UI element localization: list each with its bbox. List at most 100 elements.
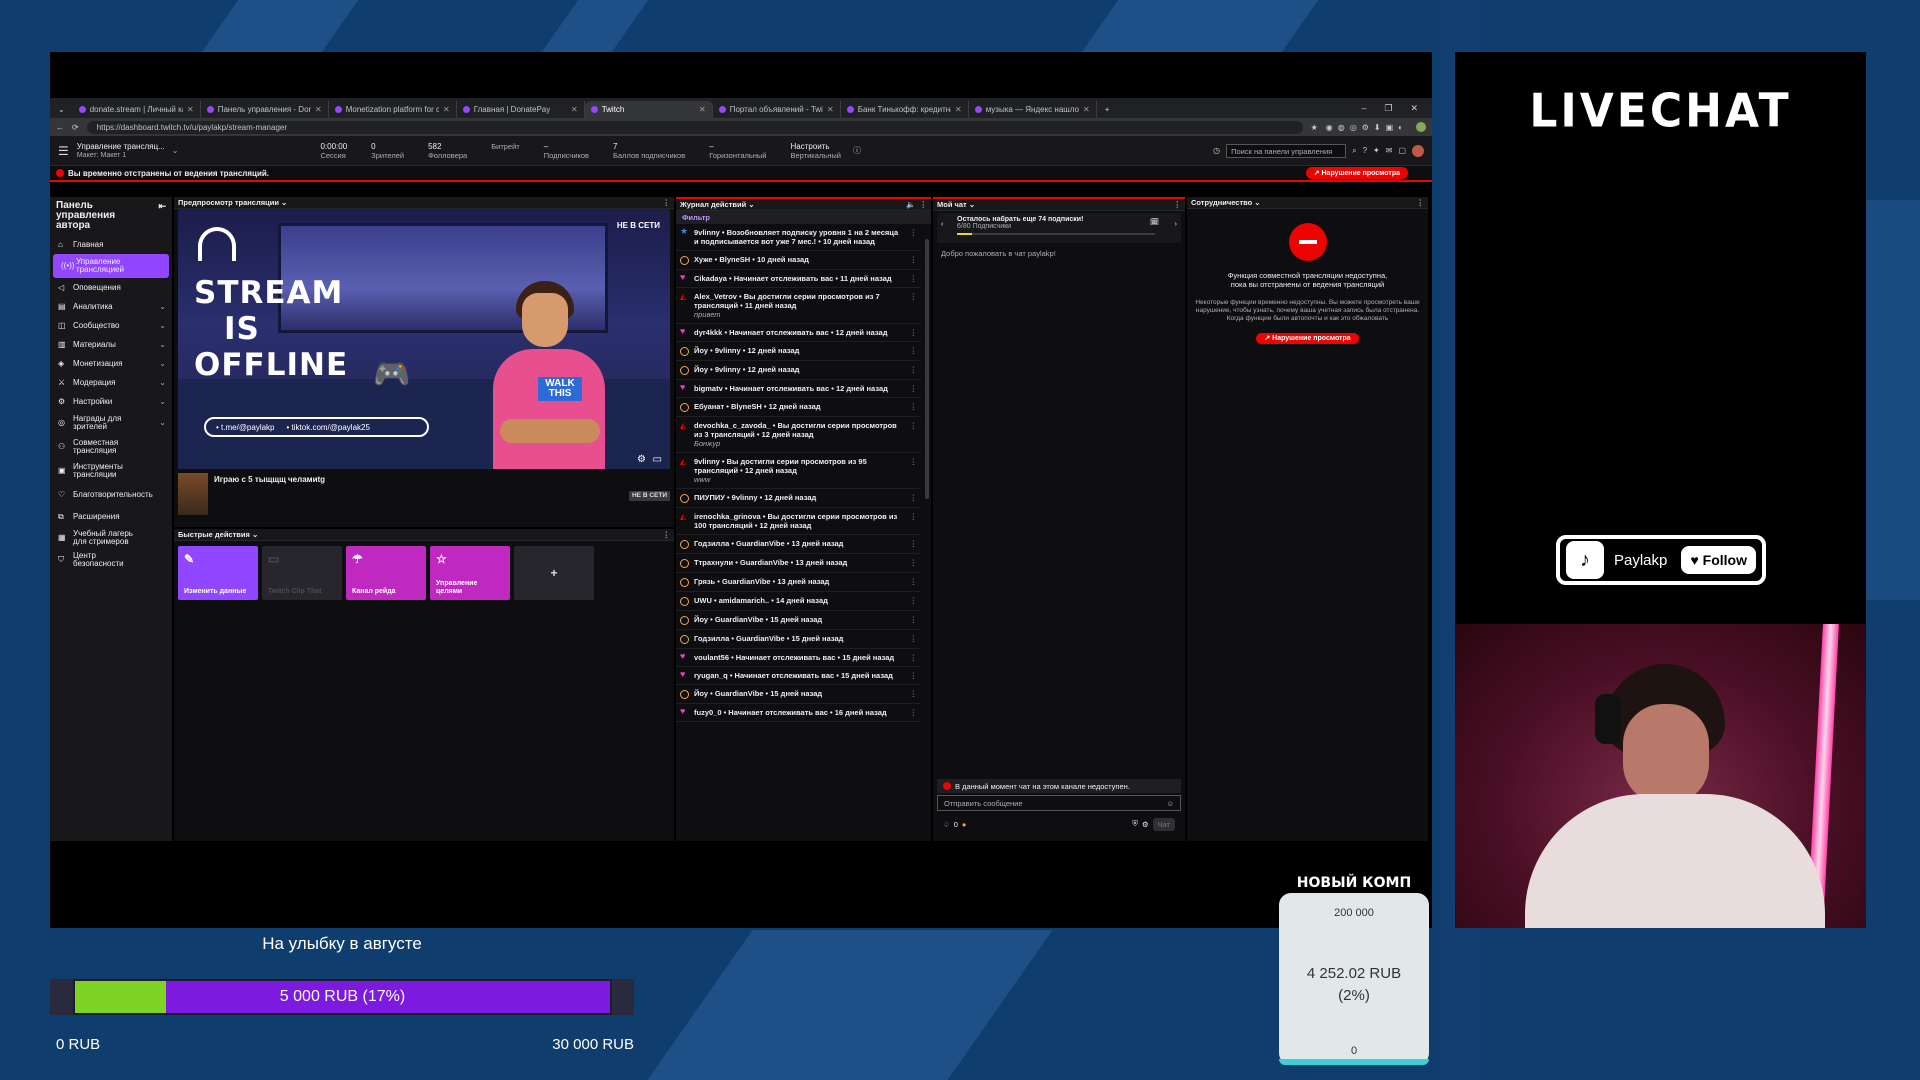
stream-title[interactable]: Играю с 5 тыщщщ челамиtg	[214, 473, 325, 517]
close-window-icon[interactable]: ✕	[1410, 103, 1418, 114]
more-icon[interactable]: ⋮	[910, 596, 918, 605]
new-tab-button[interactable]: +	[1097, 105, 1118, 118]
browser-tab[interactable]: Twitch ✕	[584, 101, 713, 118]
activity-item[interactable]: ♥ fuzy0_0 • Начинает отслеживать вас • 16…	[676, 704, 921, 722]
sidebar-item[interactable]: ♡ Благотворительность	[50, 483, 172, 507]
quick-action-tile[interactable]: ☂ Канал рейда	[346, 546, 426, 600]
more-icon[interactable]: ⋮	[910, 328, 918, 337]
sidebar-item[interactable]: ⧉ Расширения	[50, 507, 172, 526]
search-help-icon[interactable]: ◷	[1213, 146, 1220, 155]
more-icon[interactable]: ⋮	[910, 493, 918, 502]
dashboard-search-input[interactable]: Поиск на панели управления	[1226, 143, 1347, 158]
sidebar-item[interactable]: ⛉ Центр безопасности	[50, 550, 172, 569]
chat-send-button[interactable]: Чат	[1152, 817, 1175, 831]
sidebar-item[interactable]: ▦ Учебный лагерь для стримеров	[50, 526, 172, 550]
browser-tab[interactable]: donate.stream | Личный кабинет ✕	[73, 101, 201, 118]
menu-icon[interactable]: ☰	[50, 144, 77, 158]
activity-item[interactable]: Грязь • GuardianVibe • 13 дней назад ⋮	[676, 573, 921, 592]
magic-icon[interactable]: ✦	[1373, 146, 1380, 155]
sound-icon[interactable]: 🔈	[906, 200, 915, 209]
more-icon[interactable]: ⋮	[910, 346, 918, 355]
channel-points-icon[interactable]: ♤	[943, 820, 950, 829]
mod-icon[interactable]: ⛨	[1132, 819, 1138, 829]
browser-tab[interactable]: музыка — Яндекс нашлось 4 млн ✕	[969, 101, 1097, 118]
reload-icon[interactable]: ⟳	[72, 123, 79, 132]
sidebar-item[interactable]: ⚙ Настройки ⌄	[50, 392, 172, 411]
activity-item[interactable]: Годзилла • GuardianVibe • 15 дней назад ⋮	[676, 630, 921, 649]
view-violation-button[interactable]: ↗ Нарушение просмотра	[1305, 167, 1408, 179]
extension-icons[interactable]: ◉◍◎⚙⬇▣◐	[1326, 123, 1408, 132]
url-field[interactable]: https://dashboard.twitch.tv/u/paylakp/st…	[86, 120, 1303, 134]
follow-button[interactable]: ♥ Follow	[1681, 546, 1756, 574]
search-icon[interactable]: ⌕	[1352, 146, 1356, 156]
more-icon[interactable]: ⋮	[910, 292, 918, 301]
activity-item[interactable]: ★ 9vlinny • Возобновляет подписку уровня …	[676, 224, 921, 251]
browser-tab[interactable]: Панель управления - DonationAlerts ✕	[201, 101, 329, 118]
more-icon[interactable]: ⋮	[910, 653, 918, 662]
more-icon[interactable]: ⋮	[663, 198, 671, 207]
chevron-left-icon[interactable]: ‹	[941, 221, 943, 228]
chat-settings-icon[interactable]: ⚙	[1142, 820, 1149, 829]
gift-icon[interactable]: 🗓	[1150, 218, 1159, 226]
activity-item[interactable]: ◭ Alex_Vetrov • Вы достигли серии просмот…	[676, 288, 921, 324]
activity-item[interactable]: Йоу • GuardianVibe • 15 дней назад ⋮	[676, 611, 921, 630]
tab-close-icon[interactable]: ✕	[1083, 105, 1090, 118]
activity-item[interactable]: ◭ 9vlinny • Вы достигли серии просмотров …	[676, 453, 921, 489]
sidebar-item[interactable]: ◁ Оповещения	[50, 278, 172, 297]
more-icon[interactable]: ⋮	[910, 384, 918, 393]
tab-close-icon[interactable]: ✕	[699, 105, 706, 118]
quick-action-tile[interactable]: ▭ Twitch Clip That	[262, 546, 342, 600]
activity-item[interactable]: ♥ voulant56 • Начинает отслеживать вас • …	[676, 649, 921, 667]
more-icon[interactable]: ⋮	[910, 708, 918, 717]
help-icon[interactable]: ?	[1363, 146, 1367, 155]
activity-item[interactable]: ♥ bigmatv • Начинает отслеживать вас • 12…	[676, 380, 921, 398]
more-icon[interactable]: ⋮	[910, 615, 918, 624]
maximize-icon[interactable]: ❐	[1384, 103, 1392, 114]
more-icon[interactable]: ⋮	[910, 634, 918, 643]
more-icon[interactable]: ⋮	[910, 512, 918, 521]
more-icon[interactable]: ⋮	[910, 457, 918, 466]
stream-preview[interactable]: НЕ В СЕТИ STREAM IS OFFLINE 🎮 • t.me/@pa…	[178, 209, 670, 469]
more-icon[interactable]: ⋮	[910, 671, 918, 680]
activity-item[interactable]: Йоу • GuardianVibe • 15 дней назад ⋮	[676, 685, 921, 704]
activity-scrollbar[interactable]	[925, 239, 929, 499]
browser-tab[interactable]: Банк Тинькофф: кредитная карта ✕	[841, 101, 969, 118]
tab-close-icon[interactable]: ✕	[827, 105, 834, 118]
more-icon[interactable]: ⋮	[1417, 198, 1425, 207]
back-icon[interactable]: ←	[56, 123, 64, 132]
category-boxart[interactable]	[178, 473, 208, 515]
more-icon[interactable]: ⋮	[1174, 200, 1182, 209]
add-quick-action-button[interactable]: +	[514, 546, 594, 600]
fullscreen-icon[interactable]: ▭	[653, 454, 662, 465]
more-icon[interactable]: ⋮	[910, 402, 918, 411]
tab-list-icon[interactable]: ⌄	[50, 105, 73, 118]
sidebar-item[interactable]: ◫ Сообщество ⌄	[50, 316, 172, 335]
sidebar-item[interactable]: ⌂ Главная	[50, 235, 172, 254]
tab-close-icon[interactable]: ✕	[955, 105, 962, 118]
sidebar-item[interactable]: ◎ Награды для зрителей ⌄	[50, 411, 172, 435]
sidebar-item[interactable]: ▤ Аналитика ⌄	[50, 297, 172, 316]
activity-item[interactable]: Йоу • 9vlinny • 12 дней назад ⋮	[676, 361, 921, 380]
chat-input[interactable]: Отправить сообщение ☺	[937, 795, 1181, 811]
quick-action-tile[interactable]: ✎ Изменить данные	[178, 546, 258, 600]
activity-item[interactable]: ПИУПИУ • 9vlinny • 12 дней назад ⋮	[676, 489, 921, 508]
more-icon[interactable]: ⋮	[910, 539, 918, 548]
more-icon[interactable]: ⋮	[920, 200, 928, 209]
more-icon[interactable]: ⋮	[910, 421, 918, 430]
activity-item[interactable]: Ттрахнули • GuardianVibe • 13 дней назад…	[676, 554, 921, 573]
sidebar-item[interactable]: ⚔ Модерация ⌄	[50, 373, 172, 392]
sidebar-item[interactable]: ◈ Монетизация ⌄	[50, 354, 172, 373]
user-avatar[interactable]	[1412, 144, 1424, 157]
tab-close-icon[interactable]: ✕	[443, 105, 450, 118]
profile-avatar[interactable]	[1416, 122, 1426, 132]
activity-item[interactable]: Ебуанат • BlyneSH • 12 дней назад ⋮	[676, 398, 921, 417]
notifications-icon[interactable]: ▢	[1398, 146, 1406, 155]
more-icon[interactable]: ⋮	[910, 577, 918, 586]
sidebar-item[interactable]: ▥ Материалы ⌄	[50, 335, 172, 354]
chevron-down-icon[interactable]: ⌄	[172, 146, 179, 155]
activity-item[interactable]: ♥ Cikadaya • Начинает отслеживать вас • 1…	[676, 270, 921, 288]
more-icon[interactable]: ⋮	[910, 228, 918, 237]
activity-item[interactable]: ♥ ryugan_q • Начинает отслеживать вас • 1…	[676, 667, 921, 685]
tab-close-icon[interactable]: ✕	[187, 105, 194, 118]
more-icon[interactable]: ⋮	[910, 365, 918, 374]
